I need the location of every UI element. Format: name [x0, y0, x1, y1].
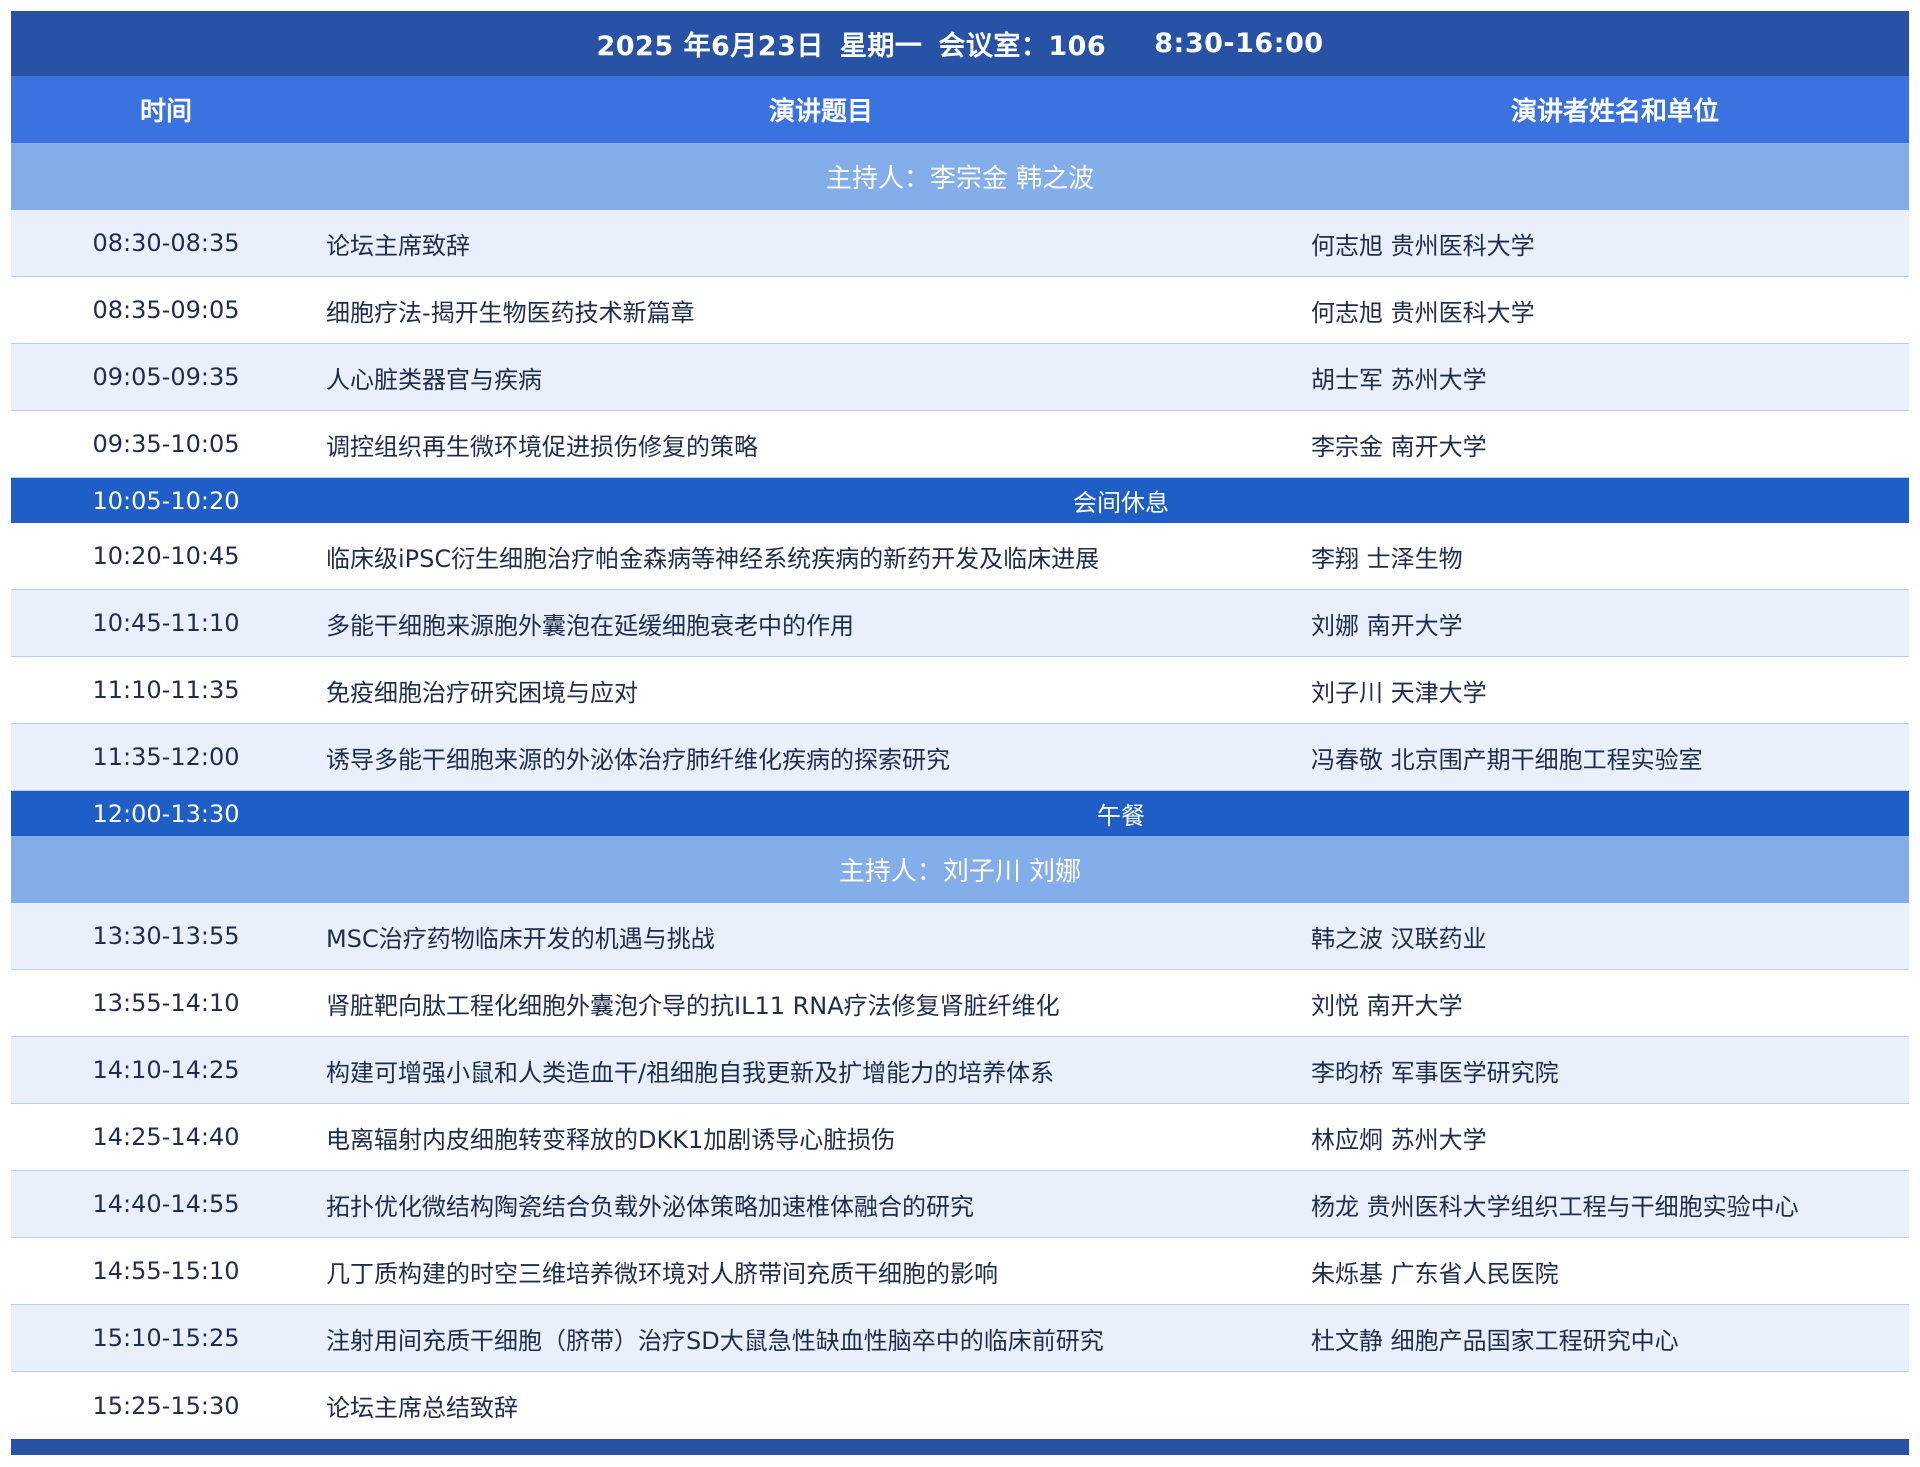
table-row: 15:25-15:30 论坛主席总结致辞 [11, 1372, 1909, 1439]
row-time: 14:55-15:10 [92, 1257, 240, 1285]
agenda-table: 2025 年6月23日 星期一 会议室：106 8:30-16:00 时间 演讲… [11, 11, 1909, 1455]
row-time: 15:10-15:25 [92, 1324, 240, 1352]
break-row-lunch: 12:00-13:30 午餐 [11, 791, 1909, 836]
row-speaker: 李翔 士泽生物 [1311, 544, 1463, 573]
host-row-1: 主持人：李宗金 韩之波 [11, 143, 1909, 210]
row-time: 14:10-14:25 [92, 1056, 240, 1084]
row-time: 13:30-13:55 [92, 922, 240, 950]
row-speaker: 刘娜 南开大学 [1311, 611, 1463, 640]
row-time: 11:10-11:35 [92, 676, 240, 704]
table-row: 09:35-10:05 调控组织再生微环境促进损伤修复的策略 李宗金 南开大学 [11, 411, 1909, 478]
row-time: 08:30-08:35 [92, 229, 240, 257]
table-row: 13:55-14:10 肾脏靶向肽工程化细胞外囊泡介导的抗IL11 RNA疗法修… [11, 970, 1909, 1037]
row-speaker: 韩之波 汉联药业 [1311, 924, 1487, 953]
row-title: 注射用间充质干细胞（脐带）治疗SD大鼠急性缺血性脑卒中的临床前研究 [326, 1326, 1104, 1355]
row-speaker: 杜文静 细胞产品国家工程研究中心 [1311, 1326, 1679, 1355]
agenda-title-bar: 2025 年6月23日 星期一 会议室：106 8:30-16:00 [11, 11, 1909, 76]
row-time: 13:55-14:10 [92, 989, 240, 1017]
break-row-coffee: 10:05-10:20 会间休息 [11, 478, 1909, 523]
row-speaker: 刘子川 天津大学 [1311, 678, 1487, 707]
row-title: 多能干细胞来源胞外囊泡在延缓细胞衰老中的作用 [326, 611, 854, 640]
row-title: 肾脏靶向肽工程化细胞外囊泡介导的抗IL11 RNA疗法修复肾脏纤维化 [326, 991, 1060, 1020]
host-label: 主持人：李宗金 韩之波 [825, 164, 1095, 194]
break-label: 午餐 [1097, 802, 1145, 830]
row-time: 10:20-10:45 [92, 542, 240, 570]
table-row: 14:25-14:40 电离辐射内皮细胞转变释放的DKK1加剧诱导心脏损伤 林应… [11, 1104, 1909, 1171]
row-speaker: 冯春敬 北京围产期干细胞工程实验室 [1311, 745, 1703, 774]
row-title: 细胞疗法-揭开生物医药技术新篇章 [326, 298, 695, 327]
table-footer-bar [11, 1439, 1909, 1455]
row-title: 拓扑优化微结构陶瓷结合负载外泌体策略加速椎体融合的研究 [326, 1192, 974, 1221]
column-header-title: 演讲题目 [768, 97, 873, 127]
agenda-weekday: 星期一 [839, 31, 923, 62]
table-row: 14:10-14:25 构建可增强小鼠和人类造血干/祖细胞自我更新及扩增能力的培… [11, 1037, 1909, 1104]
row-time: 11:35-12:00 [92, 743, 240, 771]
row-title: 调控组织再生微环境促进损伤修复的策略 [326, 432, 758, 461]
row-title: 构建可增强小鼠和人类造血干/祖细胞自我更新及扩增能力的培养体系 [326, 1058, 1055, 1087]
row-speaker: 杨龙 贵州医科大学组织工程与干细胞实验中心 [1311, 1192, 1799, 1221]
row-time: 09:35-10:05 [92, 430, 240, 458]
row-speaker: 朱烁基 广东省人民医院 [1311, 1259, 1559, 1288]
row-speaker: 何志旭 贵州医科大学 [1311, 231, 1535, 260]
row-time: 15:25-15:30 [92, 1391, 240, 1420]
agenda-date: 2025 年6月23日 [596, 31, 824, 62]
table-row: 11:35-12:00 诱导多能干细胞来源的外泌体治疗肺纤维化疾病的探索研究 冯… [11, 724, 1909, 791]
table-row: 13:30-13:55 MSC治疗药物临床开发的机遇与挑战 韩之波 汉联药业 [11, 903, 1909, 970]
column-header-row: 时间 演讲题目 演讲者姓名和单位 [11, 76, 1909, 143]
row-title: 免疫细胞治疗研究困境与应对 [326, 678, 638, 707]
row-time: 10:45-11:10 [92, 609, 240, 637]
row-time: 08:35-09:05 [92, 296, 240, 324]
row-title: 临床级iPSC衍生细胞治疗帕金森病等神经系统疾病的新药开发及临床进展 [326, 544, 1100, 573]
row-time: 14:25-14:40 [92, 1123, 240, 1151]
table-row: 08:30-08:35 论坛主席致辞 何志旭 贵州医科大学 [11, 210, 1909, 277]
column-header-time: 时间 [139, 97, 192, 127]
row-title: 诱导多能干细胞来源的外泌体治疗肺纤维化疾病的探索研究 [326, 745, 950, 774]
row-title: 论坛主席总结致辞 [326, 1394, 518, 1422]
row-speaker: 刘悦 南开大学 [1311, 991, 1463, 1020]
host-label: 主持人：刘子川 刘娜 [838, 857, 1082, 887]
agenda-room: 会议室：106 [938, 31, 1107, 62]
row-speaker: 李昀桥 军事医学研究院 [1311, 1058, 1559, 1087]
row-time: 14:40-14:55 [92, 1190, 240, 1218]
host-row-2: 主持人：刘子川 刘娜 [11, 836, 1909, 903]
row-title: 论坛主席致辞 [326, 231, 470, 260]
row-speaker: 林应炯 苏州大学 [1311, 1125, 1487, 1154]
row-speaker: 何志旭 贵州医科大学 [1311, 298, 1535, 327]
break-label: 会间休息 [1073, 489, 1169, 517]
row-title: MSC治疗药物临床开发的机遇与挑战 [326, 924, 715, 953]
table-row: 10:45-11:10 多能干细胞来源胞外囊泡在延缓细胞衰老中的作用 刘娜 南开… [11, 590, 1909, 657]
row-title: 人心脏类器官与疾病 [326, 365, 542, 394]
column-header-speaker: 演讲者姓名和单位 [1510, 97, 1719, 127]
row-title: 电离辐射内皮细胞转变释放的DKK1加剧诱导心脏损伤 [326, 1125, 896, 1154]
row-speaker: 胡士军 苏州大学 [1311, 365, 1487, 394]
table-row: 15:10-15:25 注射用间充质干细胞（脐带）治疗SD大鼠急性缺血性脑卒中的… [11, 1305, 1909, 1372]
table-row: 14:40-14:55 拓扑优化微结构陶瓷结合负载外泌体策略加速椎体融合的研究 … [11, 1171, 1909, 1238]
table-row: 11:10-11:35 免疫细胞治疗研究困境与应对 刘子川 天津大学 [11, 657, 1909, 724]
row-title: 几丁质构建的时空三维培养微环境对人脐带间充质干细胞的影响 [326, 1259, 998, 1288]
row-speaker: 李宗金 南开大学 [1311, 432, 1487, 461]
row-time: 09:05-09:35 [92, 363, 240, 391]
table-row: 14:55-15:10 几丁质构建的时空三维培养微环境对人脐带间充质干细胞的影响… [11, 1238, 1909, 1305]
table-row: 08:35-09:05 细胞疗法-揭开生物医药技术新篇章 何志旭 贵州医科大学 [11, 277, 1909, 344]
table-row: 10:20-10:45 临床级iPSC衍生细胞治疗帕金森病等神经系统疾病的新药开… [11, 523, 1909, 590]
agenda-time-range: 8:30-16:00 [1154, 28, 1324, 59]
table-row: 09:05-09:35 人心脏类器官与疾病 胡士军 苏州大学 [11, 344, 1909, 411]
